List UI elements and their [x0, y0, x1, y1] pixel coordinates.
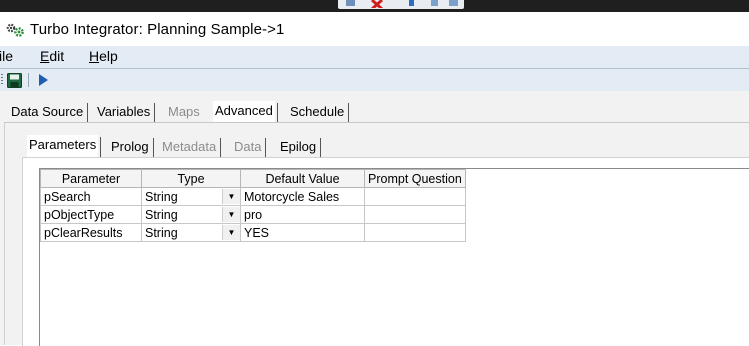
grid-header-row: Parameter Type Default Value Prompt Ques…	[40, 169, 466, 188]
parameter-name-cell[interactable]: pClearResults	[40, 223, 142, 242]
save-icon[interactable]	[7, 73, 22, 88]
tab-variables-label: Variables	[97, 104, 151, 119]
grid-icon[interactable]	[448, 0, 460, 8]
menu-edit[interactable]: Edit	[40, 48, 64, 64]
type-cell[interactable]: String	[141, 205, 222, 224]
tab-separator	[320, 138, 322, 158]
tab-prolog-label: Prolog	[111, 139, 149, 154]
parent-toolbar-strip	[0, 0, 749, 12]
default-value-cell[interactable]: pro	[240, 205, 365, 224]
chevron-down-icon: ▼	[222, 207, 240, 222]
default-value-cell[interactable]: Motorcycle Sales	[240, 187, 365, 206]
list-icon[interactable]	[408, 0, 416, 8]
window-title: Turbo Integrator: Planning Sample->1	[30, 21, 285, 38]
menu-file[interactable]: ile	[0, 48, 13, 64]
tab-separator	[152, 138, 154, 158]
tab-data: Data	[232, 137, 267, 158]
menu-edit-label: dit	[49, 48, 65, 64]
toolbar-grip[interactable]	[1, 74, 3, 86]
tab-epilog-label: Epilog	[280, 139, 317, 154]
menu-file-label: ile	[0, 48, 14, 64]
menu-help[interactable]: Help	[89, 48, 118, 64]
tab-separator	[220, 138, 222, 158]
tab-maps-label: Maps	[168, 104, 200, 119]
prompt-question-cell[interactable]	[364, 187, 466, 206]
tab-schedule-label: Schedule	[290, 104, 345, 119]
tab-data-source[interactable]: Data Source	[9, 103, 89, 123]
tab-separator	[154, 103, 156, 123]
tab-metadata-label: Metadata	[162, 139, 217, 154]
column-header-type[interactable]: Type	[141, 169, 241, 188]
parameters-table: Parameter Type Default Value Prompt Ques…	[40, 169, 466, 242]
tab-separator	[348, 103, 350, 123]
type-cell[interactable]: String	[141, 187, 222, 206]
tab-parameters[interactable]: Parameters	[27, 135, 102, 157]
parent-toolbar-buttons	[338, 0, 464, 9]
tab-maps: Maps	[166, 103, 202, 121]
tab-separator	[87, 103, 89, 123]
column-header-prompt-question[interactable]: Prompt Question	[364, 169, 466, 188]
tab-advanced-label: Advanced	[215, 103, 273, 118]
tab-epilog[interactable]: Epilog	[278, 137, 322, 158]
parameter-name-cell[interactable]: pObjectType	[40, 205, 142, 224]
type-cell[interactable]: String	[141, 223, 222, 242]
tab-variables[interactable]: Variables	[95, 103, 156, 123]
menu-help-label: elp	[99, 48, 118, 64]
tab-parameters-label: Parameters	[29, 137, 97, 152]
toolbar	[0, 69, 749, 91]
table-row: pSearch String ▼ Motorcycle Sales	[40, 187, 466, 206]
type-dropdown-button[interactable]: ▼	[222, 187, 241, 206]
chevron-down-icon: ▼	[222, 189, 240, 204]
table-row: pClearResults String ▼ YES	[40, 223, 466, 242]
column-header-default-value[interactable]: Default Value	[240, 169, 365, 188]
tab-prolog[interactable]: Prolog	[109, 137, 154, 158]
chevron-down-icon: ▼	[222, 225, 240, 240]
menu-help-mnemonic: H	[89, 48, 100, 64]
table-row: pObjectType String ▼ pro	[40, 205, 466, 224]
tab-separator	[100, 137, 102, 157]
prompt-question-cell[interactable]	[364, 223, 466, 242]
copy-icon[interactable]	[344, 0, 358, 8]
default-value-cell[interactable]: YES	[240, 223, 365, 242]
gears-icon	[6, 23, 24, 37]
run-icon[interactable]	[39, 74, 48, 86]
tab-metadata: Metadata	[160, 137, 222, 158]
tab-separator	[276, 103, 278, 123]
menu-bar: ile Edit Help	[0, 46, 749, 68]
title-bar: Turbo Integrator: Planning Sample->1	[0, 12, 749, 46]
tab-schedule[interactable]: Schedule	[288, 103, 350, 123]
menu-edit-mnemonic: E	[40, 48, 50, 64]
parameter-name-cell[interactable]: pSearch	[40, 187, 142, 206]
toolbar-separator	[28, 73, 29, 87]
document-icon[interactable]	[430, 0, 440, 8]
prompt-question-cell[interactable]	[364, 205, 466, 224]
type-dropdown-button[interactable]: ▼	[222, 223, 241, 242]
tab-data-label: Data	[234, 139, 262, 154]
tab-advanced[interactable]: Advanced	[213, 101, 278, 123]
type-dropdown-button[interactable]: ▼	[222, 205, 241, 224]
tab-separator	[265, 138, 267, 158]
close-icon[interactable]	[370, 0, 384, 8]
column-header-parameter[interactable]: Parameter	[40, 169, 142, 188]
tab-data-source-label: Data Source	[11, 104, 84, 119]
